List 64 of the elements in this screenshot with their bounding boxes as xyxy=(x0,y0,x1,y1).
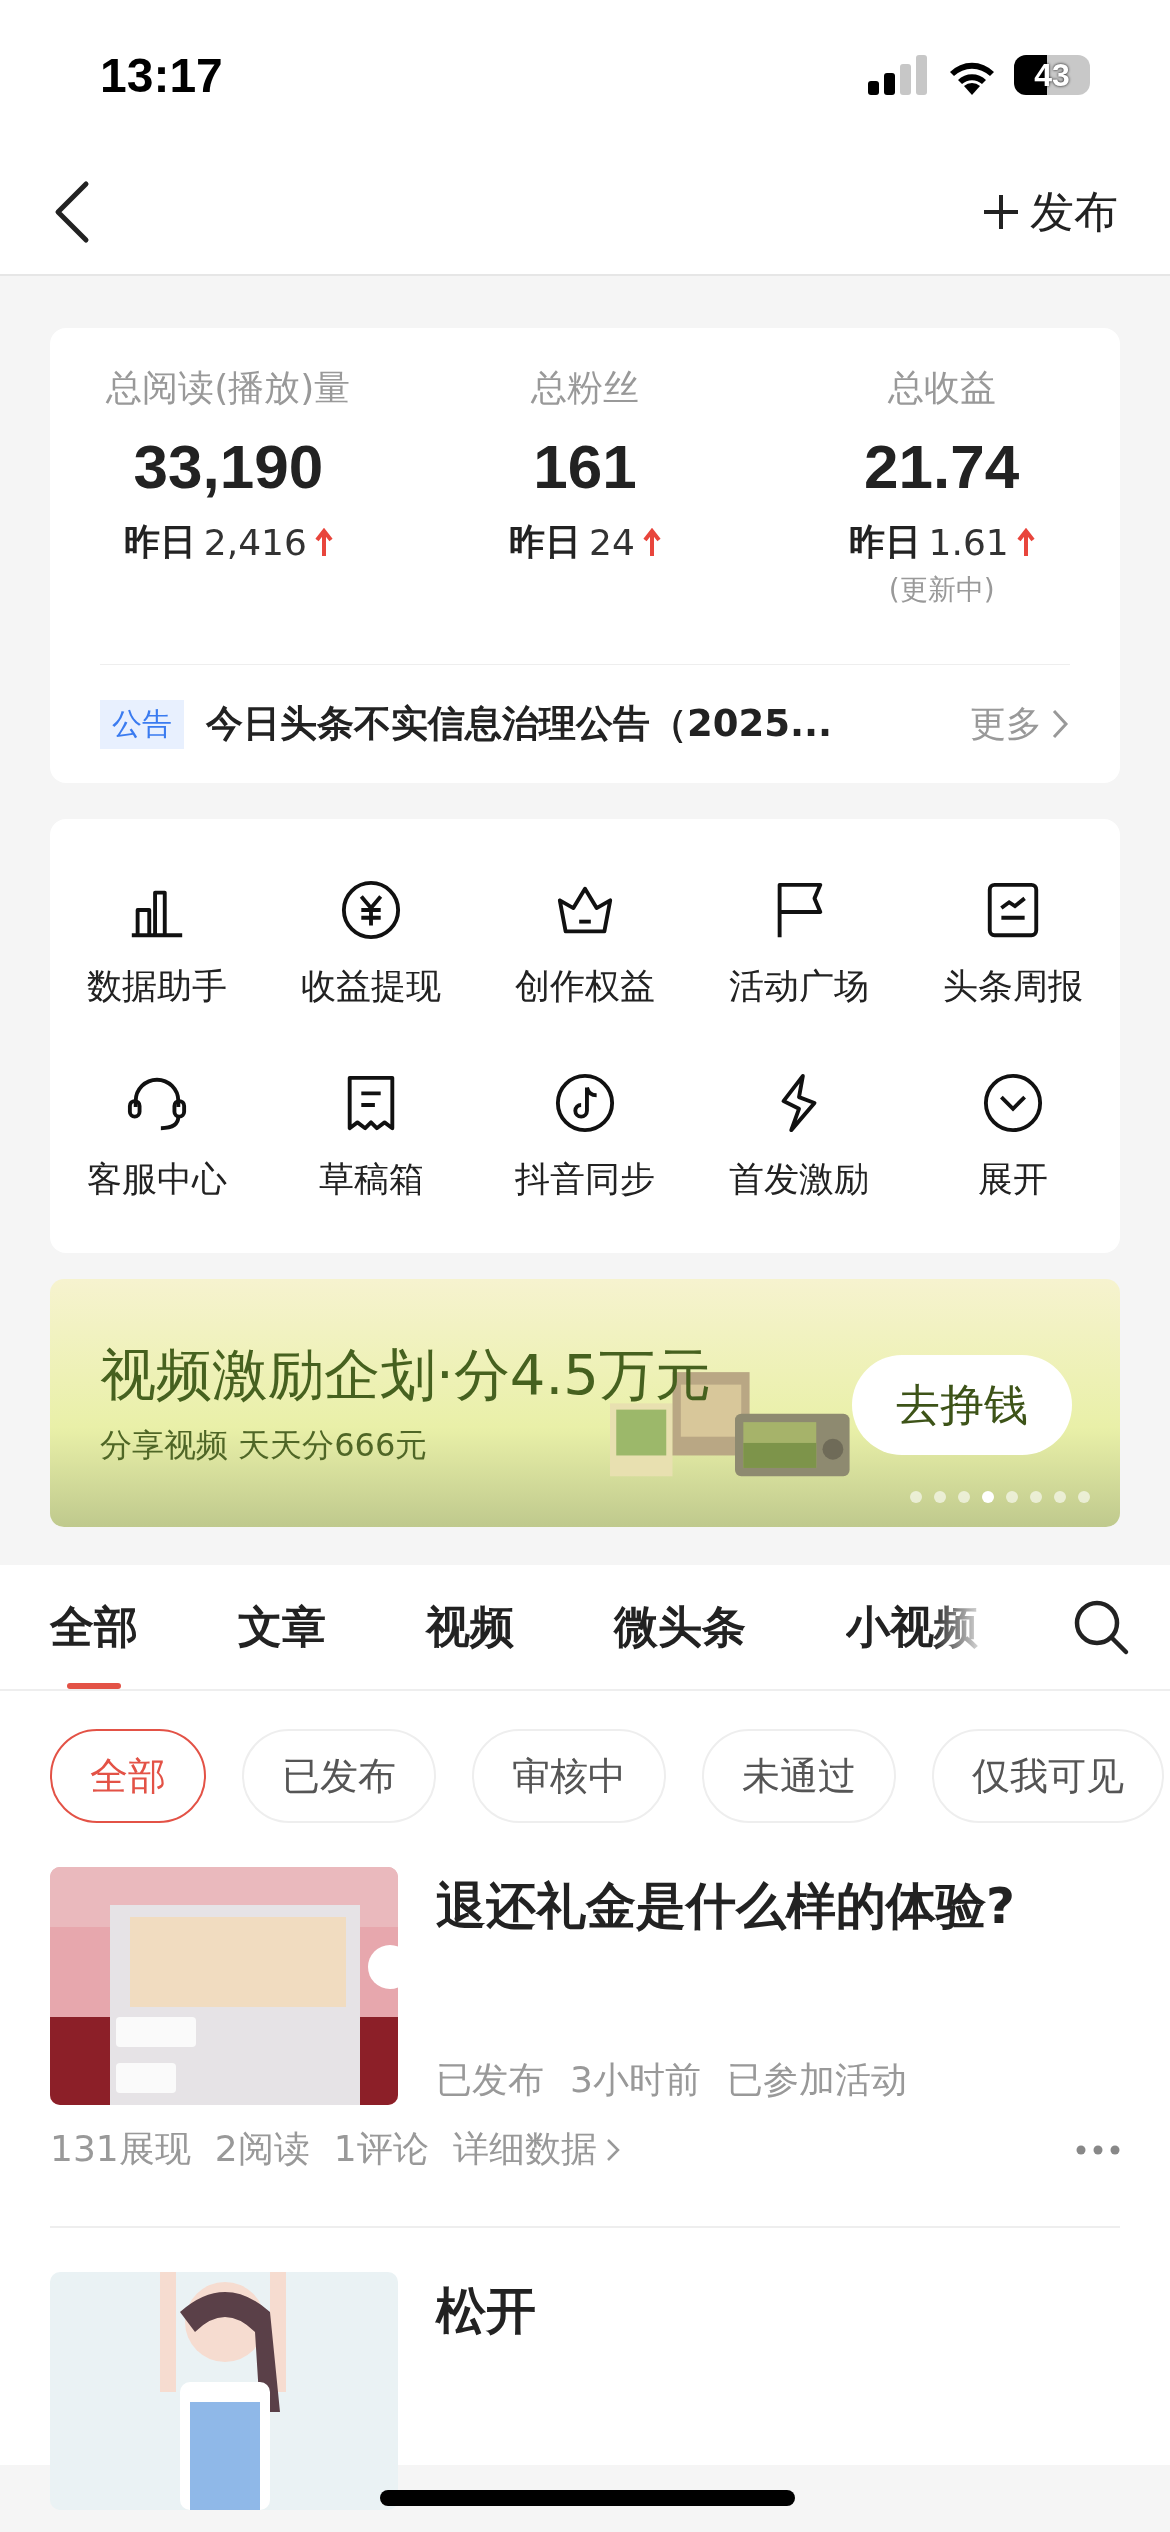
tool-label[interactable]: 数据助手 xyxy=(87,963,227,1010)
tool-label[interactable]: 收益提现 xyxy=(301,963,441,1010)
banner-title: 视频激励企划·分4.5万元 xyxy=(100,1341,711,1409)
earn-button[interactable]: 去挣钱 xyxy=(852,1355,1072,1455)
content-tab[interactable]: 视频 xyxy=(426,1565,514,1689)
publish-status: 已发布 xyxy=(436,2058,544,2102)
updating-note: (更新中) xyxy=(888,572,995,608)
stat-value: 161 xyxy=(533,431,637,502)
stat-label: 总阅读(播放)量 xyxy=(106,366,351,410)
promo-banner[interactable]: 视频激励企划·分4.5万元 分享视频 天天分666元 去挣钱 xyxy=(50,1279,1120,1527)
impressions-count: 131展现 xyxy=(50,2127,191,2171)
page-dot[interactable] xyxy=(958,1491,970,1503)
filter-chip[interactable]: 未通过 xyxy=(702,1729,896,1823)
page-dot[interactable] xyxy=(1054,1491,1066,1503)
signal-icon xyxy=(868,55,930,95)
content-tab[interactable]: 小视频 xyxy=(846,1565,978,1689)
notice-tag: 公告 xyxy=(100,699,184,749)
tool-label[interactable]: 活动广场 xyxy=(729,963,869,1010)
page-dot[interactable] xyxy=(982,1491,994,1503)
activity-tag: 已参加活动 xyxy=(726,2056,907,2105)
notice-text[interactable]: 今日头条不实信息治理公告（2025... xyxy=(206,699,948,749)
tool-label[interactable]: 草稿箱 xyxy=(318,1156,424,1203)
tool-label[interactable]: 客服中心 xyxy=(87,1156,227,1203)
stat-value: 33,190 xyxy=(133,431,324,502)
music-note-icon[interactable] xyxy=(554,1072,616,1134)
yen-icon[interactable] xyxy=(340,879,402,941)
status-time: 13:17 xyxy=(100,47,223,103)
yesterday-value: 1.61 xyxy=(928,522,1009,563)
tool-label[interactable]: 首发激励 xyxy=(729,1156,869,1203)
yesterday-value: 24 xyxy=(589,522,635,563)
yesterday-label: 昨日 xyxy=(509,520,582,564)
article-title[interactable]: 松开 xyxy=(436,2278,1120,2345)
stat-value: 21.74 xyxy=(864,431,1020,502)
page-dot[interactable] xyxy=(1006,1491,1018,1503)
page-dot[interactable] xyxy=(910,1491,922,1503)
filter-chip[interactable]: 全部 xyxy=(50,1729,206,1823)
publish-button[interactable]: 发布 xyxy=(982,182,1118,242)
page-dot[interactable] xyxy=(934,1491,946,1503)
publish-time: 3小时前 xyxy=(570,2058,701,2102)
comments-count: 1评论 xyxy=(333,2127,429,2171)
tool-label[interactable]: 展开 xyxy=(978,1156,1048,1203)
yesterday-label: 昨日 xyxy=(123,520,196,564)
page-dot[interactable] xyxy=(1030,1491,1042,1503)
page-dot[interactable] xyxy=(1078,1491,1090,1503)
more-icon[interactable] xyxy=(1076,2144,1120,2155)
banner-subtitle: 分享视频 天天分666元 xyxy=(100,1425,429,1466)
filter-chip[interactable]: 仅我可见 xyxy=(932,1729,1164,1823)
chevron-right-icon xyxy=(1050,707,1070,741)
yesterday-value: 2,416 xyxy=(203,522,307,563)
plus-icon xyxy=(982,193,1020,231)
filter-chip[interactable]: 审核中 xyxy=(472,1729,666,1823)
tool-label[interactable]: 创作权益 xyxy=(515,963,655,1010)
yesterday-label: 昨日 xyxy=(848,520,921,564)
content-tab[interactable]: 全部 xyxy=(50,1565,138,1689)
tool-label[interactable]: 头条周报 xyxy=(943,963,1083,1010)
chevron-down-icon[interactable] xyxy=(982,1072,1044,1134)
tool-label[interactable]: 抖音同步 xyxy=(515,1156,655,1203)
content-tab[interactable]: 文章 xyxy=(238,1565,326,1689)
article-title[interactable]: 退还礼金是什么样的体验? xyxy=(436,1873,1120,1940)
filter-chip[interactable]: 已发布 xyxy=(242,1729,436,1823)
stat-label: 总粉丝 xyxy=(531,366,639,410)
reads-count: 2阅读 xyxy=(214,2127,310,2171)
stat-label: 总收益 xyxy=(887,366,996,410)
content-tab[interactable]: 微头条 xyxy=(614,1565,746,1689)
